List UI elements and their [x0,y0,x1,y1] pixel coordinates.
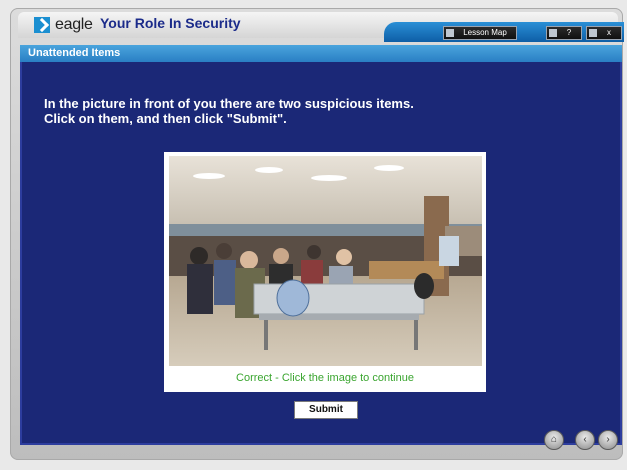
close-button[interactable]: x [586,26,622,40]
feedback-bar[interactable]: Correct - Click the image to continue [164,366,486,392]
feedback-message: Correct - Click the image to continue [236,372,414,384]
scene-illustration [169,156,482,366]
home-button[interactable]: ⌂ [544,430,564,450]
instruction-text: In the picture in front of you there are… [44,96,414,126]
previous-icon: ‹ [583,434,587,445]
section-header: Unattended Items [20,45,622,62]
instruction-line-1: In the picture in front of you there are… [44,96,414,111]
home-icon: ⌂ [550,434,558,445]
next-button[interactable]: › [598,430,618,450]
top-controls: Lesson Map ? x [384,22,624,42]
previous-button[interactable]: ‹ [575,430,595,450]
next-icon: › [606,434,610,445]
help-icon [549,29,557,37]
instruction-line-2: Click on them, and then click "Submit". [44,111,287,126]
help-button[interactable]: ? [546,26,582,40]
section-title: Unattended Items [28,47,121,59]
lesson-map-button[interactable]: Lesson Map [443,26,517,40]
brand-name: eagle [55,16,93,33]
submit-button[interactable]: Submit [294,401,358,419]
eagle-logo-icon [34,17,50,33]
brand-logo: eagle [34,16,93,34]
close-icon [589,29,597,37]
lesson-map-label: Lesson Map [463,28,507,37]
lesson-map-icon [446,29,454,37]
course-title: Your Role In Security [100,15,241,31]
airport-waiting-area-image[interactable] [169,156,482,366]
